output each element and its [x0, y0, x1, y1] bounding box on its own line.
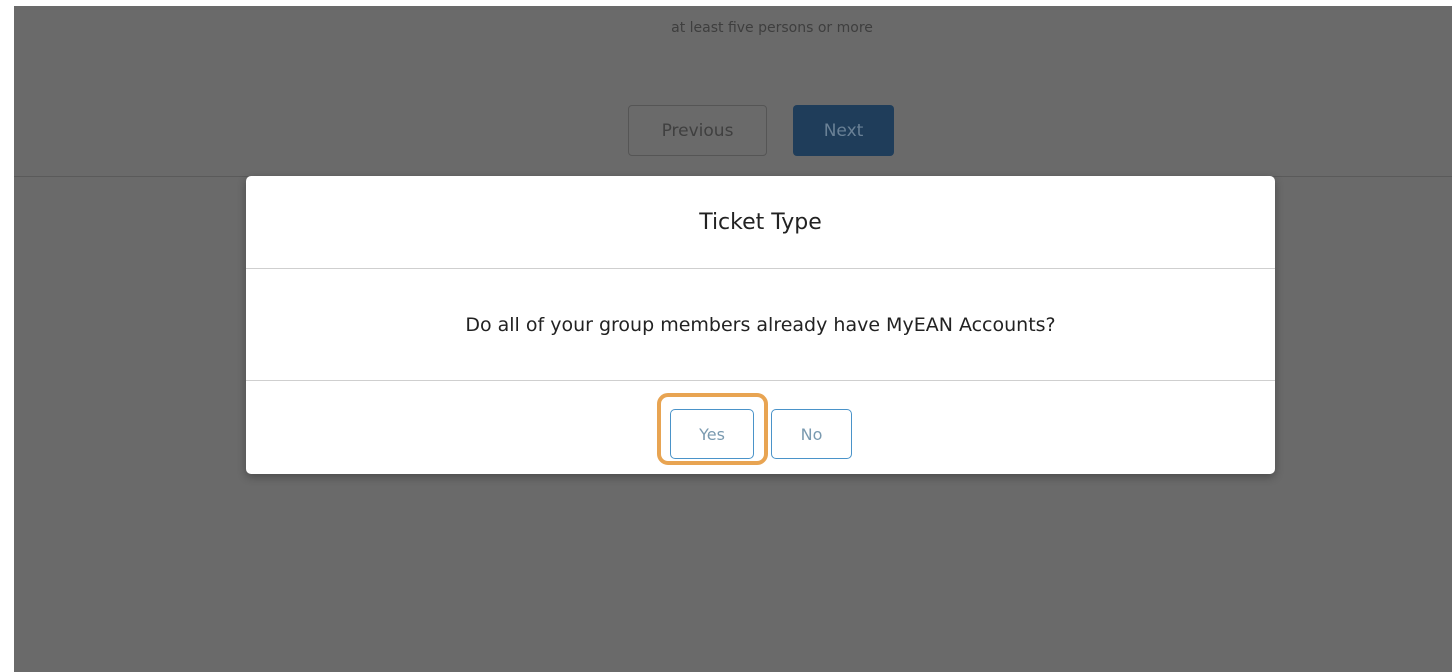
previous-button[interactable]: Previous [628, 105, 767, 156]
dialog-body: Do all of your group members already hav… [246, 269, 1275, 381]
dialog-header: Ticket Type [246, 176, 1275, 269]
dialog-title: Ticket Type [699, 209, 822, 235]
ticket-type-dialog: Ticket Type Do all of your group members… [246, 176, 1275, 474]
dialog-question: Do all of your group members already hav… [465, 313, 1056, 336]
next-button[interactable]: Next [793, 105, 894, 156]
dialog-footer: Yes No [246, 381, 1275, 473]
no-button[interactable]: No [771, 409, 852, 459]
page: at least five persons or more Previous N… [0, 0, 1452, 672]
yes-button[interactable]: Yes [670, 409, 754, 459]
group-size-hint: at least five persons or more [671, 20, 873, 36]
